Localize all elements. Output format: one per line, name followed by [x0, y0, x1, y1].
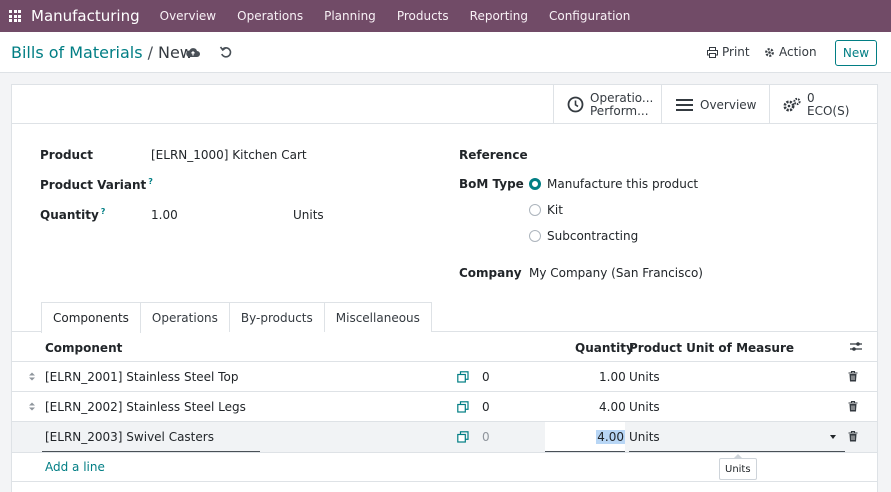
company-field[interactable]: My Company (San Francisco): [529, 266, 703, 280]
product-variant-field[interactable]: [151, 177, 431, 191]
form-sheet: Operatio... Perform... Overview 0 ECO(S): [11, 84, 878, 492]
row3-uom[interactable]: Units: [629, 430, 660, 444]
row-divider: [12, 481, 877, 482]
row1-availability: 0: [482, 370, 490, 384]
quantity-input[interactable]: 4.00: [545, 422, 625, 452]
uom-dropdown-caret-icon[interactable]: [830, 435, 836, 439]
company-label: Company: [459, 266, 522, 280]
bom-type-option-manufacture[interactable]: Manufacture this product: [547, 177, 698, 191]
forecast-report-icon[interactable]: [457, 401, 469, 413]
breadcrumb-parent[interactable]: Bills of Materials: [11, 43, 143, 62]
tab-miscellaneous[interactable]: Miscellaneous: [323, 302, 432, 332]
row2-uom[interactable]: Units: [629, 400, 660, 414]
nav-reporting[interactable]: Reporting: [470, 9, 528, 23]
tab-by-products[interactable]: By-products: [228, 302, 325, 332]
row2-quantity[interactable]: 4.00: [599, 400, 626, 414]
print-button[interactable]: Print: [707, 45, 750, 59]
tab-components[interactable]: Components: [41, 302, 141, 333]
bom-type-option-subcontracting[interactable]: Subcontracting: [547, 229, 638, 243]
control-panel: Bills of Materials / New Print Action Ne…: [0, 32, 891, 73]
add-line-link[interactable]: Add a line: [45, 460, 105, 474]
smart-buttons-bar: Operatio... Perform... Overview 0 ECO(S): [12, 85, 877, 124]
row-divider: [12, 391, 877, 392]
operations-performance-button[interactable]: Operatio... Perform...: [553, 85, 661, 124]
operations-performance-line1: Operatio...: [590, 90, 654, 105]
overview-label: Overview: [700, 97, 757, 112]
drag-handle-icon[interactable]: [29, 372, 35, 381]
radio-manufacture[interactable]: [529, 178, 541, 190]
app-name[interactable]: Manufacturing: [31, 7, 140, 25]
apps-menu-icon[interactable]: [9, 10, 21, 22]
quantity-field[interactable]: 1.00: [151, 208, 178, 222]
optional-columns-sliders-icon[interactable]: [850, 341, 862, 352]
row2-component[interactable]: [ELRN_2002] Stainless Steel Legs: [45, 400, 246, 414]
quantity-uom-field[interactable]: Units: [293, 208, 324, 222]
uom-tooltip: Units: [719, 454, 757, 480]
row3-availability: 0: [482, 430, 490, 444]
forecast-report-icon[interactable]: [457, 431, 469, 443]
bom-type-option-kit[interactable]: Kit: [547, 203, 563, 217]
eco-button[interactable]: 0 ECO(S): [769, 85, 877, 124]
action-label: Action: [779, 45, 817, 59]
action-menu-button[interactable]: Action: [764, 45, 817, 59]
breadcrumb: Bills of Materials / New: [11, 43, 193, 62]
radio-kit[interactable]: [529, 204, 541, 216]
row1-uom[interactable]: Units: [629, 370, 660, 384]
row3-component[interactable]: [ELRN_2003] Swivel Casters: [45, 430, 214, 444]
row1-quantity[interactable]: 1.00: [599, 370, 626, 384]
column-component[interactable]: Component: [45, 341, 122, 355]
overview-button[interactable]: Overview: [661, 85, 769, 124]
column-uom[interactable]: Product Unit of Measure: [629, 341, 794, 355]
eco-count: 0: [807, 90, 815, 105]
reference-label: Reference: [459, 148, 528, 162]
header-divider: [12, 361, 877, 362]
new-button[interactable]: New: [835, 40, 877, 66]
product-field[interactable]: [ELRN_1000] Kitchen Cart: [151, 148, 307, 162]
trash-icon[interactable]: [848, 431, 858, 442]
nav-configuration[interactable]: Configuration: [549, 9, 630, 23]
discard-undo-icon[interactable]: [219, 45, 233, 59]
nav-overview[interactable]: Overview: [160, 9, 217, 23]
row1-component[interactable]: [ELRN_2001] Stainless Steel Top: [45, 370, 238, 384]
bars-icon: [676, 98, 693, 111]
operations-performance-line2: Perform...: [590, 103, 649, 118]
forecast-report-icon[interactable]: [457, 371, 469, 383]
reference-field[interactable]: [529, 148, 859, 162]
eco-label: ECO(S): [807, 103, 850, 118]
clock-icon: [567, 96, 584, 113]
breadcrumb-separator: /: [147, 43, 153, 62]
help-icon[interactable]: ?: [101, 207, 106, 216]
row2-availability: 0: [482, 400, 490, 414]
save-cloud-icon[interactable]: [186, 46, 200, 58]
product-variant-label: Product Variant?: [40, 177, 153, 192]
column-quantity[interactable]: Quantity: [575, 341, 634, 355]
drag-handle-icon[interactable]: [29, 402, 35, 411]
tab-operations[interactable]: Operations: [139, 302, 230, 332]
printer-icon: [707, 46, 718, 58]
trash-icon[interactable]: [848, 401, 858, 412]
gear-icon: [765, 47, 774, 57]
print-label: Print: [722, 45, 750, 59]
trash-icon[interactable]: [848, 371, 858, 382]
nav-operations[interactable]: Operations: [237, 9, 303, 23]
cogs-icon: [783, 97, 801, 111]
row3-quantity: 4.00: [596, 430, 625, 444]
nav-products[interactable]: Products: [397, 9, 449, 23]
top-navbar: Manufacturing Overview Operations Planni…: [0, 0, 891, 32]
product-label: Product: [40, 148, 93, 162]
row-divider: [12, 452, 877, 453]
nav-planning[interactable]: Planning: [324, 9, 376, 23]
radio-subcontracting[interactable]: [529, 230, 541, 242]
bom-type-label: BoM Type: [459, 177, 524, 191]
quantity-label: Quantity?: [40, 207, 106, 222]
notebook-tabs: Components Operations By-products Miscel…: [41, 302, 432, 333]
